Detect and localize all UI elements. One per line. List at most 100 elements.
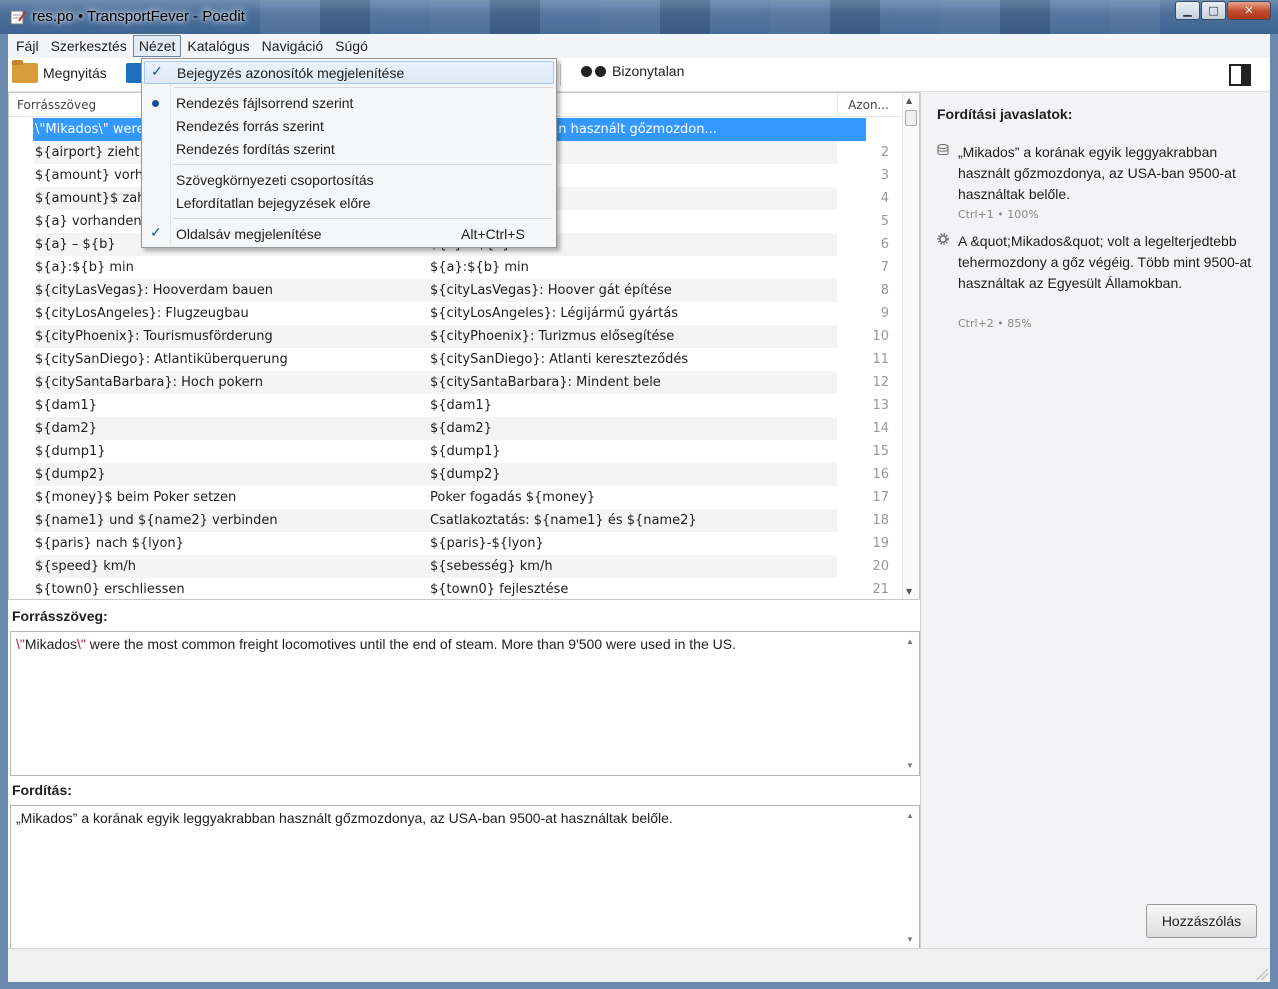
row-source-text: ${citySantaBarbara}: Hoch pokern xyxy=(35,375,264,390)
row-id: 21 xyxy=(872,582,889,597)
table-row[interactable]: ${paris} nach ${lyon} ${paris}-${lyon} 19 xyxy=(9,532,903,555)
scroll-up-arrow-icon[interactable]: ▲ xyxy=(906,96,912,105)
open-button[interactable]: Megnyitás xyxy=(12,60,107,83)
source-text-view[interactable]: \"Mikados\" were the most common freight… xyxy=(10,631,920,776)
list-scrollbar[interactable]: ▲ ▼ xyxy=(902,93,919,599)
table-row[interactable]: ${cityPhoenix}: Tourismusförderung ${city… xyxy=(9,325,903,348)
fuzzy-label: Bizonytalan xyxy=(612,63,685,79)
menu-separator xyxy=(174,87,552,88)
row-id: 14 xyxy=(872,421,889,436)
row-id: 4 xyxy=(880,191,889,206)
row-translation-text: ${citySantaBarbara}: Mindent bele xyxy=(430,375,661,390)
row-translation-text: ${cityPhoenix}: Turizmus elősegítése xyxy=(430,329,675,344)
row-source-text: ${a}:${b} min xyxy=(35,260,134,275)
row-translation-text: ${dump1} xyxy=(430,444,501,459)
row-source-text: ${citySanDiego}: Atlantiküberquerung xyxy=(35,352,288,367)
menu-separator xyxy=(174,218,552,219)
menu-file[interactable]: Fájl xyxy=(10,35,45,57)
table-row[interactable]: ${citySanDiego}: Atlantiküberquerung ${ci… xyxy=(9,348,903,371)
scroll-down-arrow-icon[interactable]: ▼ xyxy=(906,587,912,596)
scroll-up-arrow-icon[interactable]: ▲ xyxy=(906,811,914,820)
suggestions-sidebar: Fordítási javaslatok: „Mikados” a korána… xyxy=(920,92,1270,982)
row-id: 15 xyxy=(872,444,889,459)
translation-pane-label: Fordítás: xyxy=(12,782,72,798)
add-comment-button[interactable]: Hozzászólás xyxy=(1146,904,1257,938)
close-button[interactable]: ✕ xyxy=(1227,1,1271,20)
table-row[interactable]: ${a}:${b} min ${a}:${b} min 7 xyxy=(9,256,903,279)
row-source-text: ${cityLosAngeles}: Flugzeugbau xyxy=(35,306,249,321)
column-header-id[interactable]: Azon... xyxy=(848,98,889,112)
window-controls: ▁ □ ✕ xyxy=(1174,1,1271,21)
glasses-icon xyxy=(581,63,607,79)
row-id: 7 xyxy=(880,260,889,275)
menu-item-sort-file-order[interactable]: Rendezés fájlsorrend szerint xyxy=(142,92,556,115)
menu-item-label: Szövegkörnyezeti csoportosítás xyxy=(176,172,374,188)
menu-item-show-sidebar[interactable]: ✓ Oldalsáv megjelenítése Alt+Ctrl+S xyxy=(142,223,556,246)
suggestion-text: „Mikados” a korának egyik leggyakrabban … xyxy=(958,144,1236,202)
row-id: 3 xyxy=(880,168,889,183)
row-id: 2 xyxy=(880,145,889,160)
translation-text-input[interactable]: „Mikados” a korának egyik leggyakrabban … xyxy=(10,805,920,950)
source-scrollbar[interactable]: ▲ ▼ xyxy=(902,632,919,775)
open-label: Megnyitás xyxy=(43,65,107,81)
gear-icon xyxy=(937,233,949,245)
scroll-thumb[interactable] xyxy=(905,110,917,126)
suggestion-item[interactable]: A &quot;Mikados&quot; volt a legelterjed… xyxy=(937,231,1257,331)
suggestion-text: A &quot;Mikados&quot; volt a legelterjed… xyxy=(958,233,1252,291)
sidebar-toggle-icon[interactable] xyxy=(1229,64,1251,86)
row-id: 18 xyxy=(872,513,889,528)
row-id: 9 xyxy=(880,306,889,321)
menu-item-sort-translation[interactable]: Rendezés fordítás szerint xyxy=(142,138,556,161)
translation-text: „Mikados” a korának egyik leggyakrabban … xyxy=(16,810,673,826)
menu-item-group-context[interactable]: Szövegkörnyezeti csoportosítás xyxy=(142,169,556,192)
table-row[interactable]: ${cityLasVegas}: Hooverdam bauen ${cityLa… xyxy=(9,279,903,302)
row-id: 10 xyxy=(872,329,889,344)
source-rest: were the most common freight locomotives… xyxy=(85,636,736,652)
title-bar: res.po • TransportFever - Poedit ▁ □ ✕ xyxy=(0,0,1278,34)
column-header-source[interactable]: Forrásszöveg xyxy=(17,98,96,112)
table-row[interactable]: ${town0} erschliessen ${town0} fejlesztés… xyxy=(9,578,903,601)
translation-scrollbar[interactable]: ▲ ▼ xyxy=(902,806,919,949)
scroll-down-arrow-icon[interactable]: ▼ xyxy=(906,935,914,944)
table-row[interactable]: ${money}$ beim Poker setzen Poker fogadás… xyxy=(9,486,903,509)
table-row[interactable]: ${dam1} ${dam1} 13 xyxy=(9,394,903,417)
row-source-text: ${dam1} xyxy=(35,398,97,413)
minimize-button[interactable]: ▁ xyxy=(1175,1,1200,20)
row-source-text: ${dam2} xyxy=(35,421,97,436)
menu-view[interactable]: Nézet xyxy=(132,35,182,57)
table-row[interactable]: ${speed} km/h ${sebesség} km/h 20 xyxy=(9,555,903,578)
database-icon xyxy=(937,144,949,156)
row-source-text: ${town0} erschliessen xyxy=(35,582,185,597)
table-row[interactable]: ${dam2} ${dam2} 14 xyxy=(9,417,903,440)
window-title: res.po • TransportFever - Poedit xyxy=(32,8,245,25)
menu-item-show-ids[interactable]: ✓ Bejegyzés azonosítók megjelenítése xyxy=(144,61,554,84)
table-row[interactable]: ${dump1} ${dump1} 15 xyxy=(9,440,903,463)
table-row[interactable]: ${cityLosAngeles}: Flugzeugbau ${cityLosA… xyxy=(9,302,903,325)
resize-grip[interactable] xyxy=(1256,968,1268,980)
scroll-up-arrow-icon[interactable]: ▲ xyxy=(906,637,914,646)
row-id: 8 xyxy=(880,283,889,298)
window-frame: Fájl Szerkesztés Nézet Katalógus Navigác… xyxy=(0,34,1278,989)
suggestion-item[interactable]: „Mikados” a korának egyik leggyakrabban … xyxy=(937,142,1257,222)
menu-item-label: Rendezés fájlsorrend szerint xyxy=(176,95,354,111)
row-translation-text: ${dam1} xyxy=(430,398,492,413)
row-translation-text: ${a}:${b} min xyxy=(430,260,529,275)
menu-item-shortcut: Alt+Ctrl+S xyxy=(461,226,525,242)
menu-edit[interactable]: Szerkesztés xyxy=(45,35,133,57)
row-id: 1 xyxy=(880,122,889,137)
table-row[interactable]: ${name1} und ${name2} verbinden Csatlakoz… xyxy=(9,509,903,532)
menu-catalog[interactable]: Katalógus xyxy=(181,35,255,57)
menu-item-sort-source[interactable]: Rendezés forrás szerint xyxy=(142,115,556,138)
menu-item-untranslated-first[interactable]: Lefordítatlan bejegyzések előre xyxy=(142,192,556,215)
row-id: 6 xyxy=(880,237,889,252)
fuzzy-toggle-button[interactable]: Bizonytalan xyxy=(581,63,684,79)
suggestions-title: Fordítási javaslatok: xyxy=(937,106,1073,122)
menu-help[interactable]: Súgó xyxy=(329,35,374,57)
table-row[interactable]: ${citySantaBarbara}: Hoch pokern ${citySa… xyxy=(9,371,903,394)
maximize-button[interactable]: □ xyxy=(1201,1,1226,20)
table-row[interactable]: ${dump2} ${dump2} 16 xyxy=(9,463,903,486)
checkmark-icon: ✓ xyxy=(150,224,162,240)
scroll-down-arrow-icon[interactable]: ▼ xyxy=(906,761,914,770)
row-id: 16 xyxy=(872,467,889,482)
menu-navigation[interactable]: Navigáció xyxy=(256,35,329,57)
